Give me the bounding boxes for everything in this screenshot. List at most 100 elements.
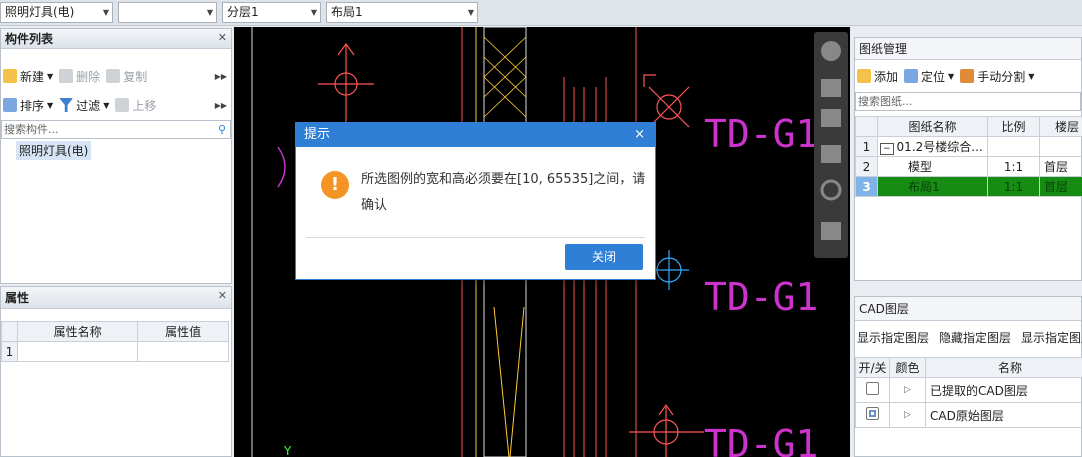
warning-icon: !: [321, 171, 349, 199]
y-axis-label: Y: [283, 444, 292, 457]
more-icon[interactable]: ▶▶: [215, 101, 227, 110]
sort-label: 排序: [20, 98, 45, 113]
tree-item-label: 照明灯具(电): [19, 144, 89, 158]
drawing-name-text: 01.2号楼综合...: [896, 140, 983, 154]
hide-layer-button[interactable]: 隐藏指定图层: [939, 329, 1011, 346]
add-label: 添加: [874, 69, 899, 84]
delete-label: 删除: [76, 69, 101, 84]
cube-icon[interactable]: [821, 145, 841, 163]
filter-icon: [59, 98, 74, 112]
table-row[interactable]: 1−01.2号楼综合...: [855, 136, 1082, 157]
move-up-button[interactable]: 上移: [115, 97, 156, 114]
locate-label: 定位: [921, 69, 946, 84]
layer-select[interactable]: 分层1 ▼: [222, 2, 321, 23]
blank-select[interactable]: ▼: [118, 2, 217, 23]
hatch-pattern: [483, 36, 527, 118]
close-icon[interactable]: ×: [634, 123, 645, 147]
close-button[interactable]: 关闭: [565, 244, 643, 270]
show-layer-button-2[interactable]: 显示指定图层: [1021, 329, 1082, 346]
table-row[interactable]: 2 模型 1:1 首层: [855, 156, 1082, 177]
row-number: 2: [855, 156, 878, 177]
component-panel-title: 构件列表 ✕: [1, 29, 231, 49]
copy-icon: [106, 69, 121, 83]
filter-label: 过滤: [76, 98, 101, 113]
cube-icon[interactable]: [821, 109, 841, 127]
component-panel-title-text: 构件列表: [5, 32, 54, 46]
chevron-down-icon: ▼: [47, 71, 54, 81]
close-icon[interactable]: ✕: [218, 287, 227, 305]
tree-item-lighting[interactable]: 照明灯具(电): [16, 141, 92, 160]
drawing-floor-cell: 首层: [1039, 156, 1082, 177]
search-icon[interactable]: ⚲: [218, 121, 226, 138]
dialog-title-bar: 提示 ×: [296, 123, 655, 147]
sort-button[interactable]: 排序 ▼: [3, 97, 53, 114]
sort-icon: [3, 98, 17, 112]
table-row[interactable]: ▷ 已提取的CAD图层: [855, 377, 1082, 403]
property-header-num: [1, 321, 18, 342]
collapse-icon[interactable]: −: [880, 143, 894, 155]
component-toolbar-1: 新建 ▼ 删除 复制 ▶▶: [1, 62, 231, 90]
layout-select[interactable]: 布局1 ▼: [326, 2, 478, 23]
component-type-select[interactable]: 照明灯具(电) ▼: [0, 2, 113, 23]
expand-icon[interactable]: ▷: [889, 377, 926, 403]
drawing-panel: 图纸管理 添加 定位 ▼ 手动分割 ▼ 搜索图纸... 图纸名称 比例 楼层 1−01.…: [854, 37, 1082, 281]
drawing-header-num: [855, 116, 878, 137]
td-g1-label: TD-G1: [704, 112, 818, 156]
layer-name-cell: CAD原始图层: [925, 402, 1082, 428]
layer-toggle-cell[interactable]: [855, 402, 890, 428]
property-header-value: 属性值: [137, 321, 229, 342]
drawing-scale-cell: 1:1: [987, 156, 1040, 177]
arrow-symbol-2: [643, 74, 690, 128]
more-icon[interactable]: ▶▶: [215, 72, 227, 81]
component-toolbar-2: 排序 ▼ 过滤 ▼ 上移 ▶▶: [1, 91, 231, 119]
expand-icon[interactable]: ▷: [889, 402, 926, 428]
save-view-icon[interactable]: [821, 222, 841, 240]
property-name-cell[interactable]: [16, 341, 139, 362]
delete-button[interactable]: 删除: [59, 68, 100, 85]
prompt-dialog: 提示 × ! 所选图例的宽和高必须要在[10, 65535]之间，请确认 关闭: [295, 122, 656, 280]
cad-layer-panel: CAD图层 显示指定图层 隐藏指定图层 显示指定图层 开/关颜色名称 ▷已提取的…: [854, 296, 1082, 457]
cad-header-toggle: 开/关: [855, 357, 890, 378]
drawing-search-input[interactable]: 搜索图纸...: [855, 92, 1081, 111]
drawing-name-cell[interactable]: 模型: [877, 156, 988, 177]
property-value-cell[interactable]: [137, 341, 229, 362]
cad-layer-panel-title-text: CAD图层: [859, 302, 909, 316]
copy-button[interactable]: 复制: [106, 68, 147, 85]
move-up-label: 上移: [132, 98, 157, 113]
chevron-down-icon: ▼: [102, 8, 109, 17]
chevron-down-icon: ▼: [467, 8, 474, 17]
cad-header-color: 颜色: [889, 357, 926, 378]
split-button[interactable]: 手动分割 ▼: [960, 68, 1034, 85]
drawing-header-scale: 比例: [987, 116, 1040, 137]
component-search-input[interactable]: 搜索构件... ⚲: [1, 120, 231, 139]
cube-icon[interactable]: [821, 79, 841, 97]
dialog-divider: [306, 237, 645, 238]
drawing-name-cell[interactable]: −01.2号楼综合...: [877, 136, 988, 157]
add-button[interactable]: 添加: [857, 68, 898, 85]
layout-select-value: 布局1: [331, 5, 363, 19]
layer-toggle-cell[interactable]: [855, 377, 890, 403]
table-row[interactable]: 1: [1, 341, 229, 362]
layer-select-value: 分层1: [227, 5, 259, 19]
show-layer-button[interactable]: 显示指定图层: [857, 329, 929, 346]
chevron-down-icon: ▼: [310, 8, 317, 17]
property-panel: 属性 ✕ 属性名称 属性值 1: [0, 286, 232, 457]
layer-checkbox[interactable]: [866, 407, 879, 420]
new-button[interactable]: 新建 ▼: [3, 68, 53, 85]
table-row[interactable]: ▷ CAD原始图层: [855, 402, 1082, 428]
table-row-selected[interactable]: 3 布局1 1:1 首层: [855, 176, 1082, 197]
drawing-panel-title-text: 图纸管理: [859, 42, 908, 56]
locate-button[interactable]: 定位 ▼: [904, 68, 954, 85]
drawing-table: 图纸名称 比例 楼层 1−01.2号楼综合... 2 模型 1:1 首层 3 布局1 1:1 首…: [855, 116, 1082, 197]
dialog-message: 所选图例的宽和高必须要在[10, 65535]之间，请确认: [361, 172, 646, 213]
split-icon: [960, 69, 975, 83]
close-icon[interactable]: ✕: [218, 29, 227, 47]
drawing-name-cell[interactable]: 布局1: [877, 176, 988, 197]
filter-button[interactable]: 过滤 ▼: [59, 97, 109, 114]
layer-checkbox[interactable]: [866, 382, 879, 395]
drawing-panel-title: 图纸管理: [855, 38, 1081, 60]
delete-icon: [59, 69, 74, 83]
cad-layer-toolbar: 显示指定图层 隐藏指定图层 显示指定图层: [855, 323, 1082, 351]
row-number: 1: [1, 341, 18, 362]
orbit-icon[interactable]: [821, 41, 841, 61]
